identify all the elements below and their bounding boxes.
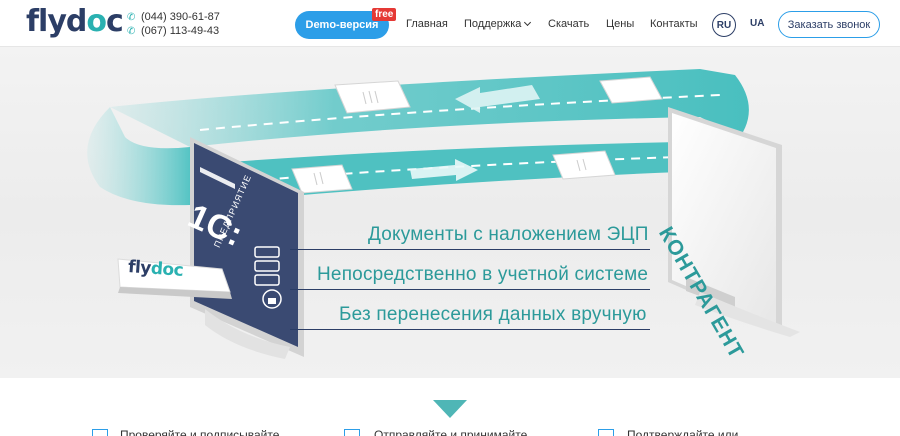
order-callback-button[interactable]: Заказать звонок <box>778 11 880 38</box>
logo-part-d: d <box>65 4 88 39</box>
phone-list: ✆ (044) 390-61-87 ✆ (067) 113-49-43 <box>127 10 220 38</box>
document-sheet-icon <box>552 150 616 180</box>
nav-download[interactable]: Скачать <box>548 18 589 30</box>
phone-number-1: (044) 390-61-87 <box>141 11 220 23</box>
counterparty-monitor <box>668 107 800 337</box>
site-header: flydoc ✆ (044) 390-61-87 ✆ (067) 113-49-… <box>0 0 900 47</box>
hero-line-1: Документы с наложением ЭЦП <box>368 224 649 245</box>
hero-banner: 1С: ПРЕДПРИЯТИЕ КОНТРАГЕНТ flydoc Докуме… <box>0 47 900 378</box>
phone-number-2: (067) 113-49-43 <box>141 25 220 37</box>
language-ua[interactable]: UA <box>750 18 764 29</box>
upper-data-band <box>110 69 749 147</box>
chevron-down-icon <box>524 18 532 27</box>
send-receive-icon <box>344 429 360 436</box>
feature-send-receive: Отправляйте и принимайте <box>374 428 528 436</box>
language-ru[interactable]: RU <box>712 13 736 37</box>
features-section: Проверяйте и подписывайте Отправляйте и … <box>0 378 900 436</box>
card-logo-part2: doc <box>150 258 184 281</box>
nav-prices[interactable]: Цены <box>606 18 634 30</box>
free-badge: free <box>372 8 397 21</box>
hero-line-2: Непосредственно в учетной системе <box>317 264 649 285</box>
scroll-down-arrow-icon[interactable] <box>433 400 467 418</box>
confirm-icon <box>598 429 614 436</box>
nav-support-label: Поддержка <box>464 18 522 30</box>
hero-underline-1 <box>290 249 650 250</box>
hero-line-3: Без перенесения данных вручную <box>339 304 647 325</box>
document-sheet-icon <box>291 164 353 194</box>
flydoc-logo[interactable]: flydoc <box>26 4 124 39</box>
document-sheet-icon <box>334 80 411 114</box>
nav-home[interactable]: Главная <box>406 18 448 30</box>
hero-underline-3 <box>290 329 650 330</box>
phone-icon: ✆ <box>127 25 136 37</box>
phone-icon: ✆ <box>127 11 136 23</box>
nav-support[interactable]: Поддержка <box>464 18 532 30</box>
page: flydoc ✆ (044) 390-61-87 ✆ (067) 113-49-… <box>0 0 900 436</box>
check-sign-icon <box>92 429 108 436</box>
logo-part-o: o <box>86 4 107 39</box>
hero-underline-2 <box>290 289 650 290</box>
logo-part-c: c <box>106 4 124 39</box>
phone-row-2[interactable]: ✆ (067) 113-49-43 <box>127 24 220 38</box>
phone-row-1[interactable]: ✆ (044) 390-61-87 <box>127 10 220 24</box>
card-logo: flydoc <box>127 257 184 281</box>
nav-contacts[interactable]: Контакты <box>650 18 698 30</box>
feature-confirm: Подтверждайте или <box>627 428 739 436</box>
card-logo-part1: fly <box>127 257 152 279</box>
feature-check-sign: Проверяйте и подписывайте <box>120 428 280 436</box>
logo-part-fly: fly <box>26 4 67 39</box>
